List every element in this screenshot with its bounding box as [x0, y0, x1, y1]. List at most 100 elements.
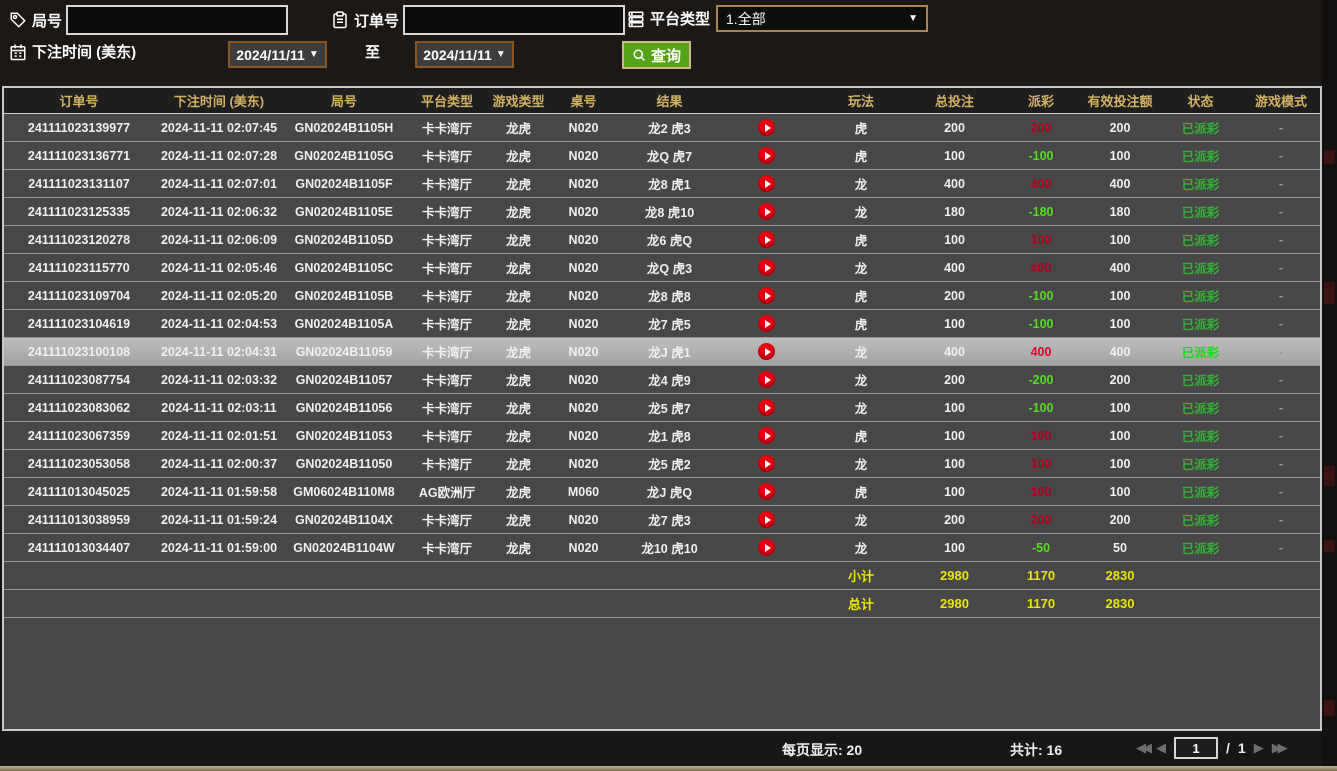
cell-valid-bet: 100: [1081, 429, 1159, 443]
to-label: 至: [365, 41, 380, 62]
window-bottom-border: [0, 766, 1337, 771]
replay-video-icon[interactable]: [758, 343, 775, 360]
next-page-icon[interactable]: ▶: [1254, 740, 1264, 756]
cell-bet-time: 2024-11-11 02:05:20: [154, 289, 284, 303]
cell-platform: 卡卡湾厅: [404, 370, 490, 389]
cell-game-type: 龙虎: [490, 370, 547, 389]
table-row[interactable]: 241111023136771 2024-11-11 02:07:28 GN02…: [4, 142, 1320, 170]
table-row[interactable]: 241111023100108 2024-11-11 02:04:31 GN02…: [4, 338, 1320, 366]
replay-video-icon[interactable]: [758, 259, 775, 276]
round-number-input[interactable]: [66, 5, 288, 35]
replay-video-icon[interactable]: [758, 231, 775, 248]
table-row[interactable]: 241111023083062 2024-11-11 02:03:11 GN02…: [4, 394, 1320, 422]
cell-bet-time: 2024-11-11 02:05:46: [154, 261, 284, 275]
cell-game-type: 龙虎: [490, 146, 547, 165]
cell-game-mode: -: [1242, 457, 1320, 471]
cell-game-mode: -: [1242, 429, 1320, 443]
replay-video-icon[interactable]: [758, 483, 775, 500]
last-page-icon[interactable]: ▶▶: [1272, 740, 1284, 756]
cell-game-type: 龙虎: [490, 454, 547, 473]
first-page-icon[interactable]: ◀◀: [1136, 740, 1148, 756]
cell-round-no: GM06024B110M8: [284, 485, 404, 499]
cell-round-no: GN02024B1105E: [284, 205, 404, 219]
subtotal-row: 小计 2980 1170 2830: [4, 562, 1320, 590]
header-total-bet: 总投注: [908, 91, 1001, 110]
table-row[interactable]: 241111023115770 2024-11-11 02:05:46 GN02…: [4, 254, 1320, 282]
replay-video-icon[interactable]: [758, 315, 775, 332]
date-to-group: 2024/11/11 ▼: [415, 41, 514, 68]
header-result: 结果: [620, 91, 719, 110]
cell-total-bet: 100: [908, 541, 1001, 555]
header-table-no: 桌号: [547, 91, 620, 110]
table-row[interactable]: 241111023139977 2024-11-11 02:07:45 GN02…: [4, 114, 1320, 142]
cell-game-mode: -: [1242, 205, 1320, 219]
cell-order-no: 241111013034407: [4, 541, 154, 555]
chevron-down-icon: ▼: [309, 49, 319, 60]
cell-game-type: 龙虎: [490, 258, 547, 277]
cell-order-no: 241111013045025: [4, 485, 154, 499]
cell-game-mode: -: [1242, 177, 1320, 191]
cell-payout: 100: [1001, 429, 1081, 443]
date-from-picker[interactable]: 2024/11/11 ▼: [228, 41, 327, 68]
order-number-input[interactable]: [403, 5, 625, 35]
total-total-bet: 2980: [908, 596, 1001, 611]
table-row[interactable]: 241111023067359 2024-11-11 02:01:51 GN02…: [4, 422, 1320, 450]
table-row[interactable]: 241111023109704 2024-11-11 02:05:20 GN02…: [4, 282, 1320, 310]
platform-type-select[interactable]: 1.全部 ▼: [716, 5, 928, 32]
cell-game-type: 龙虎: [490, 314, 547, 333]
cell-order-no: 241111023115770: [4, 261, 154, 275]
cell-game-type: 龙虎: [490, 510, 547, 529]
cell-payout: 200: [1001, 513, 1081, 527]
date-to-picker[interactable]: 2024/11/11 ▼: [415, 41, 514, 68]
table-row[interactable]: 241111013045025 2024-11-11 01:59:58 GM06…: [4, 478, 1320, 506]
prev-page-icon[interactable]: ◀: [1156, 740, 1166, 756]
replay-video-icon[interactable]: [758, 147, 775, 164]
subtotal-valid-bet: 2830: [1081, 568, 1159, 583]
replay-video-icon[interactable]: [758, 511, 775, 528]
table-row[interactable]: 241111023125335 2024-11-11 02:06:32 GN02…: [4, 198, 1320, 226]
replay-video-icon[interactable]: [758, 455, 775, 472]
replay-video-icon[interactable]: [758, 399, 775, 416]
header-round-no: 局号: [284, 91, 404, 110]
subtotal-label: 小计: [814, 566, 908, 585]
replay-video-icon[interactable]: [758, 371, 775, 388]
replay-video-icon[interactable]: [758, 203, 775, 220]
replay-video-icon[interactable]: [758, 539, 775, 556]
cell-valid-bet: 100: [1081, 233, 1159, 247]
replay-video-icon[interactable]: [758, 119, 775, 136]
subtotal-total-bet: 2980: [908, 568, 1001, 583]
cell-total-bet: 100: [908, 233, 1001, 247]
table-row[interactable]: 241111023104619 2024-11-11 02:04:53 GN02…: [4, 310, 1320, 338]
table-row[interactable]: 241111023120278 2024-11-11 02:06:09 GN02…: [4, 226, 1320, 254]
replay-video-icon[interactable]: [758, 287, 775, 304]
query-button-wrap: 查询: [622, 41, 691, 69]
cell-game-mode: -: [1242, 373, 1320, 387]
replay-video-icon[interactable]: [758, 427, 775, 444]
cell-payout: -100: [1001, 289, 1081, 303]
cell-game-type: 龙虎: [490, 342, 547, 361]
cell-result: 龙7 虎5: [620, 314, 719, 333]
table-row[interactable]: 241111023131107 2024-11-11 02:07:01 GN02…: [4, 170, 1320, 198]
cell-total-bet: 400: [908, 261, 1001, 275]
cell-order-no: 241111023053058: [4, 457, 154, 471]
cell-order-no: 241111023139977: [4, 121, 154, 135]
total-count-label: 共计: 16: [1010, 740, 1062, 760]
cell-total-bet: 200: [908, 373, 1001, 387]
cell-table-no: N020: [547, 541, 620, 555]
table-row[interactable]: 241111013038959 2024-11-11 01:59:24 GN02…: [4, 506, 1320, 534]
table-row[interactable]: 241111023087754 2024-11-11 02:03:32 GN02…: [4, 366, 1320, 394]
cell-payout: 400: [1001, 345, 1081, 359]
cell-round-no: GN02024B11053: [284, 429, 404, 443]
cell-status: 已派彩: [1159, 202, 1242, 221]
cell-bet: 虎: [814, 286, 908, 305]
cell-result: 龙10 虎10: [620, 538, 719, 557]
cell-result: 龙J 虎Q: [620, 482, 719, 501]
replay-video-icon[interactable]: [758, 175, 775, 192]
cell-bet-time: 2024-11-11 01:59:58: [154, 485, 284, 499]
page-number-input[interactable]: [1174, 737, 1218, 759]
query-button[interactable]: 查询: [622, 41, 691, 69]
table-row[interactable]: 241111023053058 2024-11-11 02:00:37 GN02…: [4, 450, 1320, 478]
cell-total-bet: 200: [908, 513, 1001, 527]
page-total: 1: [1238, 740, 1246, 756]
table-row[interactable]: 241111013034407 2024-11-11 01:59:00 GN02…: [4, 534, 1320, 562]
